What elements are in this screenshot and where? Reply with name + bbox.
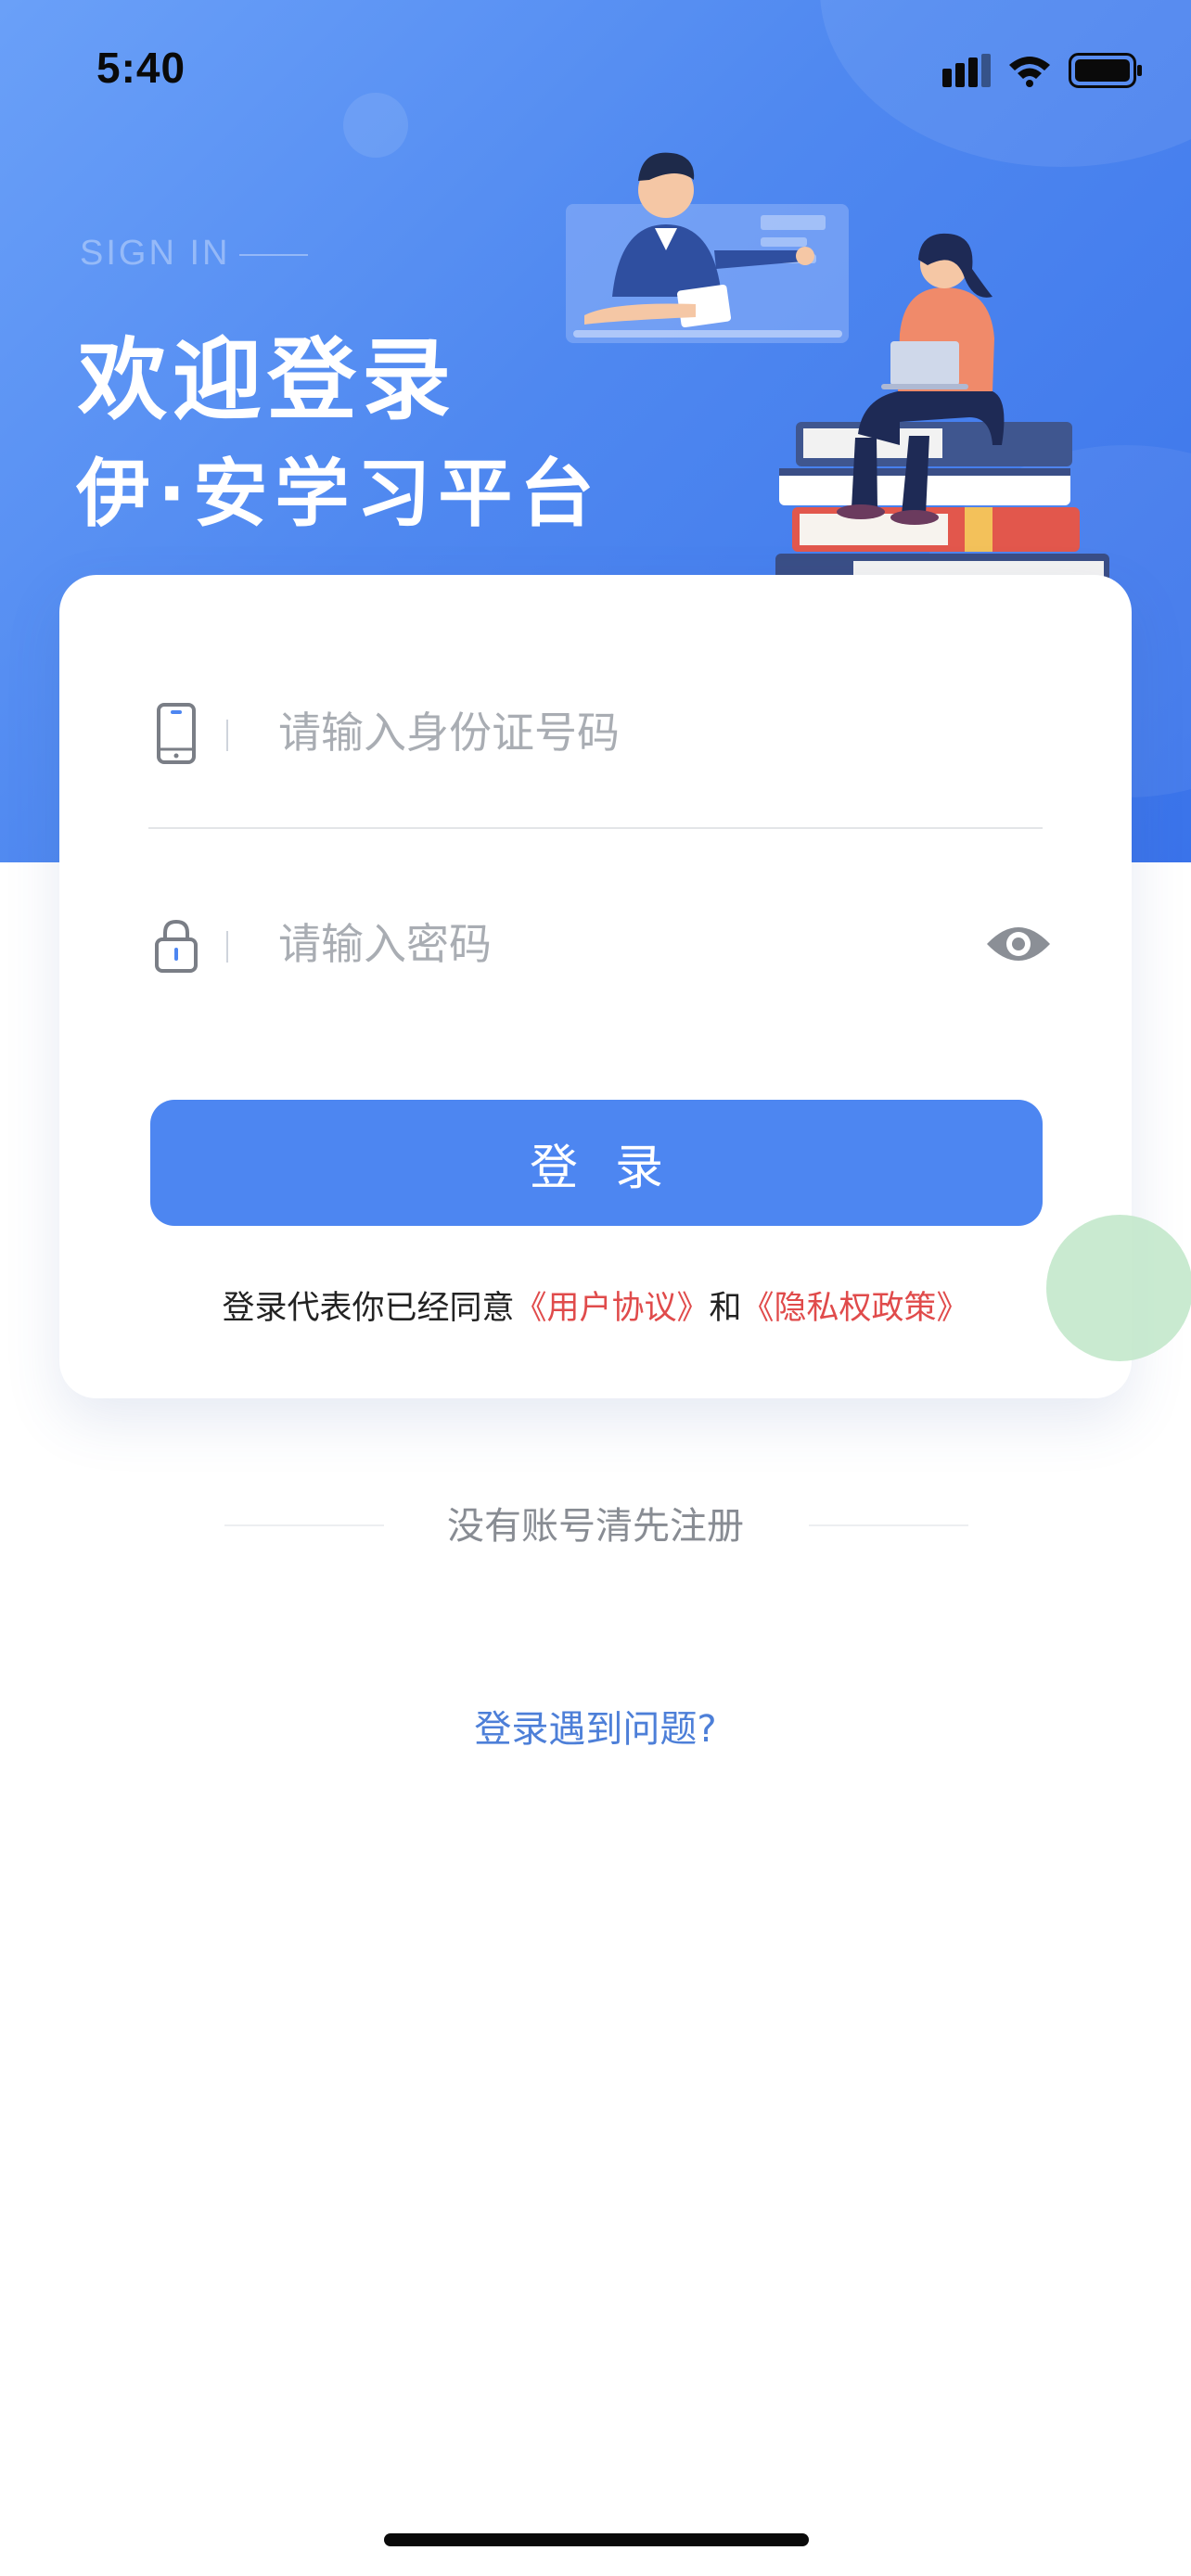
- register-divider-left: [224, 1524, 384, 1526]
- password-field: [148, 879, 1050, 1009]
- register-divider-right: [809, 1524, 968, 1526]
- field-divider: [148, 827, 1043, 829]
- login-card: 登录 登录代表你已经同意《用户协议》和《隐私权政策》: [59, 575, 1132, 1398]
- status-time: 5:40: [96, 44, 186, 92]
- welcome-title: 欢迎登录: [78, 328, 456, 432]
- agreement-text: 登录代表你已经同意《用户协议》和《隐私权政策》: [59, 1282, 1132, 1329]
- platform-title: 伊·安学习平台: [76, 451, 602, 537]
- field-separator: [226, 720, 228, 751]
- register-row: 没有账号清先注册: [0, 1498, 1191, 1554]
- status-icons: [942, 52, 1143, 89]
- agreement-and: 和: [709, 1290, 742, 1327]
- login-problem-link[interactable]: 登录遇到问题?: [0, 1699, 1191, 1753]
- home-indicator[interactable]: [384, 2533, 809, 2546]
- id-number-input[interactable]: [278, 694, 872, 772]
- eyebrow-line: [239, 254, 308, 256]
- user-agreement-link[interactable]: 《用户协议》: [514, 1290, 709, 1327]
- study-illustration: [566, 152, 1109, 602]
- privacy-policy-link[interactable]: 《隐私权政策》: [742, 1290, 969, 1327]
- eye-icon[interactable]: [985, 920, 1052, 968]
- id-number-field: [148, 668, 1043, 797]
- register-link[interactable]: 没有账号清先注册: [447, 1505, 744, 1548]
- signal-icon: [942, 54, 991, 87]
- password-input[interactable]: [278, 905, 872, 983]
- wifi-icon: [1009, 57, 1050, 87]
- agreement-prefix: 登录代表你已经同意: [222, 1290, 515, 1327]
- battery-icon: [1069, 53, 1142, 88]
- floating-decor-dot: [1046, 1215, 1191, 1361]
- sign-in-eyebrow: SIGN IN: [80, 234, 231, 273]
- login-button[interactable]: 登录: [150, 1100, 1043, 1226]
- lock-icon: [155, 919, 198, 973]
- status-bar: 5:40: [0, 0, 1191, 139]
- phone-icon: [157, 703, 196, 764]
- field-separator: [226, 931, 228, 963]
